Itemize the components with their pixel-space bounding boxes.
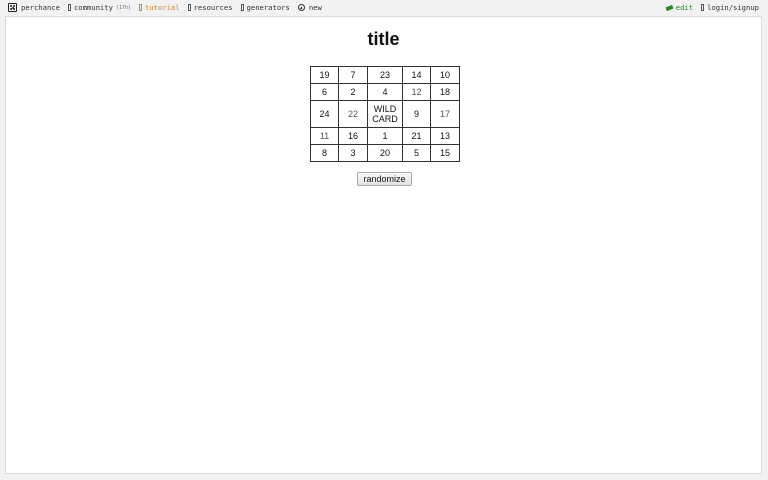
nav-resources[interactable]: resources [187,3,233,12]
grid-cell: 21 [402,127,431,145]
nav-edit[interactable]: edit [665,3,694,12]
nav-edit-label: edit [675,3,694,12]
grid-cell: 6 [310,83,339,101]
nav-generators[interactable]: generators [240,3,290,12]
generator-output-panel: title 19 7 23 14 10 6 2 4 12 18 24 22 WI… [5,16,762,474]
pencil-icon [665,4,674,11]
grid-cell: 3 [338,144,368,162]
grid-cell: 1 [367,127,403,145]
link-icon [187,4,191,11]
grid-cell: 8 [310,144,339,162]
grid-row: 24 22 WILD CARD 9 17 [310,100,460,128]
nav-perchance[interactable]: perchance [8,3,60,12]
grid-cell: 5 [402,144,431,162]
nav-new[interactable]: new [297,3,322,12]
page-title: title [367,29,400,49]
plus-circle-icon [297,4,305,11]
grid-row: 6 2 4 12 18 [310,83,460,101]
grid-cell: 10 [430,66,460,84]
grid-cell: 15 [430,144,460,162]
nav-right: edit login/signup [658,3,759,12]
grid-cell: 4 [367,83,403,101]
book-icon [138,4,142,11]
grid-cell: 23 [367,66,403,84]
grid-cell: 17 [430,100,460,128]
grid-cell: 20 [367,144,403,162]
grid-cell: 16 [338,127,368,145]
nav-resources-label: resources [193,3,233,12]
grid-cell: 18 [430,83,460,101]
grid-cell: 7 [338,66,368,84]
grid-cell: 19 [310,66,339,84]
nav-tutorial[interactable]: tutorial [138,3,180,12]
nav-tutorial-label: tutorial [144,3,180,12]
grid-cell: 9 [402,100,431,128]
grid-row: 8 3 20 5 15 [310,144,460,162]
nav-perchance-label: perchance [21,3,60,12]
wild-card-text: WILD CARD [372,104,398,124]
grid-cell: 14 [402,66,431,84]
grid-cell: 22 [338,100,368,128]
folder-icon [240,4,244,11]
grid-cell: 13 [430,127,460,145]
nav-community-label: community [73,3,113,12]
bingo-grid: 19 7 23 14 10 6 2 4 12 18 24 22 WILD CAR… [310,66,460,162]
chat-icon [67,4,71,11]
randomize-button[interactable]: randomize [357,172,412,186]
user-icon [701,4,705,11]
nav-generators-label: generators [246,3,290,12]
die-icon [8,3,17,12]
nav-login-label: login/signup [707,3,759,12]
grid-cell-wild-card: WILD CARD [367,100,403,128]
grid-row: 19 7 23 14 10 [310,66,460,84]
nav-new-label: new [308,3,322,12]
grid-cell: 12 [402,83,431,101]
nav-community[interactable]: community (17h) [67,3,131,12]
grid-row: 11 16 1 21 13 [310,127,460,145]
top-nav-bar: perchance community (17h) tutorial resou… [0,0,768,16]
nav-login[interactable]: login/signup [701,3,759,12]
grid-cell: 11 [310,127,339,145]
grid-cell: 24 [310,100,339,128]
nav-left: perchance community (17h) tutorial resou… [8,3,330,12]
grid-cell: 2 [338,83,368,101]
community-count: (17h) [115,4,131,11]
